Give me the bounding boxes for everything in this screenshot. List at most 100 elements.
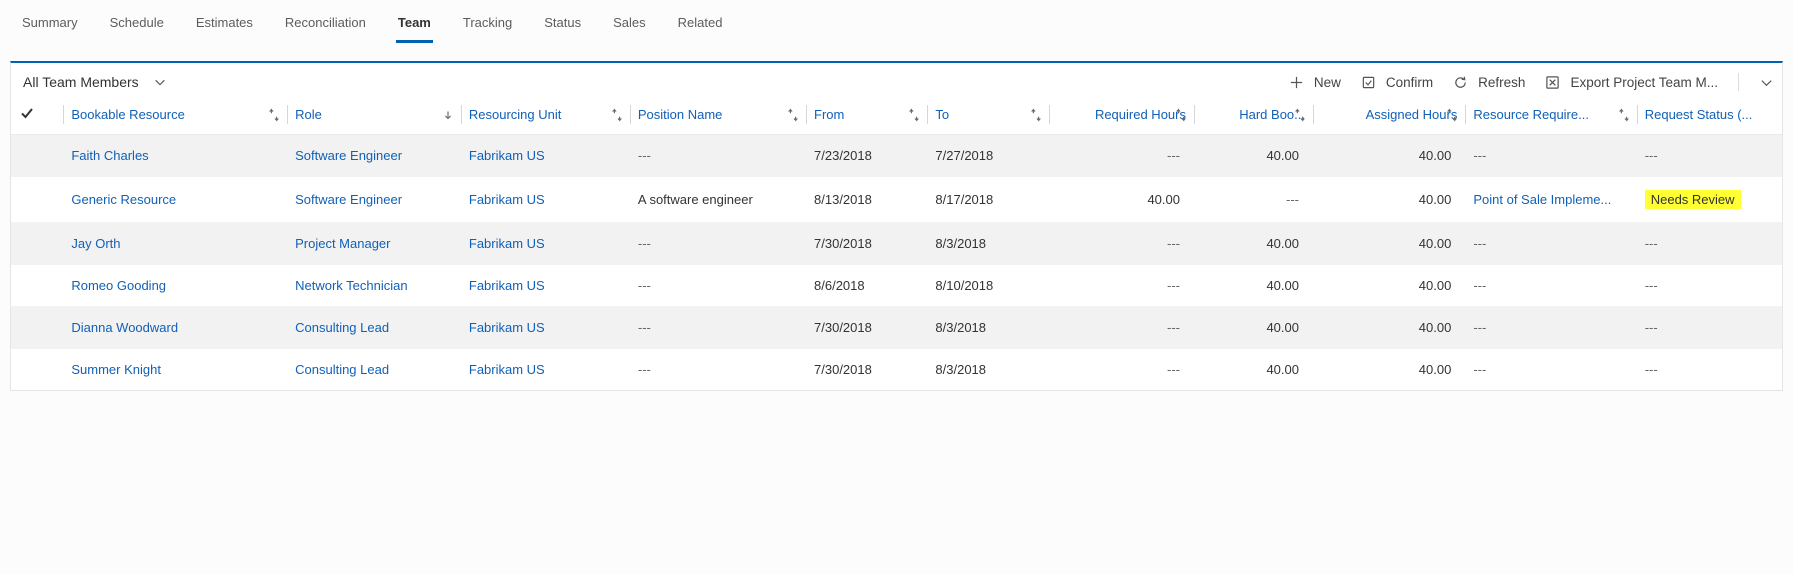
cell-from: 8/13/2018 [806, 177, 927, 223]
tab-schedule[interactable]: Schedule [108, 10, 166, 43]
row-selector[interactable] [11, 223, 63, 265]
cell-request-status: --- [1637, 265, 1782, 307]
col-assigned-hours[interactable]: Assigned Hours [1313, 95, 1465, 135]
cell-hard: 40.00 [1194, 223, 1313, 265]
cell-hard: --- [1194, 177, 1313, 223]
cell-request-status: --- [1637, 223, 1782, 265]
tab-team[interactable]: Team [396, 10, 433, 43]
cell-resource-requirement[interactable]: Point of Sale Impleme... [1465, 177, 1636, 223]
cell-resource[interactable]: Faith Charles [63, 135, 287, 177]
sort-desc-icon [441, 108, 455, 122]
tab-status[interactable]: Status [542, 10, 583, 43]
chevron-down-icon [1759, 75, 1774, 90]
col-request-status[interactable]: Request Status (... [1637, 95, 1782, 135]
sort-icon [1617, 108, 1631, 122]
view-selector[interactable]: All Team Members [23, 74, 167, 90]
col-hard-booked[interactable]: Hard Boo... [1194, 95, 1313, 135]
cell-from: 7/30/2018 [806, 223, 927, 265]
cell-to: 8/3/2018 [927, 349, 1048, 391]
table-row[interactable]: Summer KnightConsulting LeadFabrikam US -… [11, 349, 1782, 391]
col-label: To [935, 107, 949, 122]
tab-estimates[interactable]: Estimates [194, 10, 255, 43]
cell-role[interactable]: Software Engineer [287, 177, 461, 223]
cell-resource[interactable]: Summer Knight [63, 349, 287, 391]
new-button[interactable]: New [1289, 75, 1341, 90]
col-position-name[interactable]: Position Name [630, 95, 806, 135]
cell-unit[interactable]: Fabrikam US [461, 349, 630, 391]
cell-unit[interactable]: Fabrikam US [461, 177, 630, 223]
cell-role[interactable]: Consulting Lead [287, 349, 461, 391]
cell-unit[interactable]: Fabrikam US [461, 307, 630, 349]
cell-role[interactable]: Project Manager [287, 223, 461, 265]
row-selector[interactable] [11, 349, 63, 391]
cell-resource[interactable]: Jay Orth [63, 223, 287, 265]
cell-unit[interactable]: Fabrikam US [461, 265, 630, 307]
cell-position: --- [630, 265, 806, 307]
team-grid: Bookable Resource Role Resourcing Unit P… [11, 95, 1782, 390]
sort-icon [1445, 108, 1459, 122]
view-title: All Team Members [23, 74, 139, 90]
cell-resource-requirement: --- [1465, 349, 1636, 391]
table-row[interactable]: Jay OrthProject ManagerFabrikam US---7/3… [11, 223, 1782, 265]
col-from[interactable]: From [806, 95, 927, 135]
more-commands-button[interactable] [1759, 75, 1774, 90]
table-row[interactable]: Dianna WoodwardConsulting LeadFabrikam U… [11, 307, 1782, 349]
cell-role[interactable]: Network Technician [287, 265, 461, 307]
refresh-button[interactable]: Refresh [1453, 75, 1525, 90]
col-label: Position Name [638, 107, 723, 122]
refresh-icon [1453, 75, 1468, 90]
tab-tracking[interactable]: Tracking [461, 10, 514, 43]
tab-reconciliation[interactable]: Reconciliation [283, 10, 368, 43]
cell-hard: 40.00 [1194, 265, 1313, 307]
cell-resource-requirement: --- [1465, 265, 1636, 307]
cell-position: --- [630, 223, 806, 265]
table-row[interactable]: Faith CharlesSoftware EngineerFabrikam U… [11, 135, 1782, 177]
cell-assigned: 40.00 [1313, 349, 1465, 391]
col-label: Bookable Resource [71, 107, 184, 122]
col-role[interactable]: Role [287, 95, 461, 135]
cell-request-status: Needs Review [1637, 177, 1782, 223]
cell-resource[interactable]: Generic Resource [63, 177, 287, 223]
cell-hard: 40.00 [1194, 349, 1313, 391]
col-resourcing-unit[interactable]: Resourcing Unit [461, 95, 630, 135]
col-bookable-resource[interactable]: Bookable Resource [63, 95, 287, 135]
col-required-hours[interactable]: Required Hours [1049, 95, 1194, 135]
table-row[interactable]: Generic ResourceSoftware EngineerFabrika… [11, 177, 1782, 223]
cell-request-status: --- [1637, 135, 1782, 177]
cell-hard: 40.00 [1194, 135, 1313, 177]
cell-to: 8/10/2018 [927, 265, 1048, 307]
row-selector[interactable] [11, 135, 63, 177]
cell-resource[interactable]: Dianna Woodward [63, 307, 287, 349]
command-divider [1738, 73, 1739, 91]
row-selector[interactable] [11, 307, 63, 349]
cell-assigned: 40.00 [1313, 307, 1465, 349]
table-row[interactable]: Romeo GoodingNetwork TechnicianFabrikam … [11, 265, 1782, 307]
cell-from: 7/23/2018 [806, 135, 927, 177]
confirm-button[interactable]: Confirm [1361, 75, 1433, 90]
select-all-header[interactable] [11, 95, 63, 135]
cell-role[interactable]: Software Engineer [287, 135, 461, 177]
cell-resource[interactable]: Romeo Gooding [63, 265, 287, 307]
check-icon [19, 105, 35, 121]
cell-hard: 40.00 [1194, 307, 1313, 349]
excel-icon [1545, 75, 1560, 90]
cell-unit[interactable]: Fabrikam US [461, 223, 630, 265]
col-to[interactable]: To [927, 95, 1048, 135]
row-selector[interactable] [11, 265, 63, 307]
tab-sales[interactable]: Sales [611, 10, 648, 43]
tab-summary[interactable]: Summary [20, 10, 80, 43]
cell-from: 7/30/2018 [806, 349, 927, 391]
row-selector[interactable] [11, 177, 63, 223]
cell-from: 8/6/2018 [806, 265, 927, 307]
sort-icon [786, 108, 800, 122]
col-resource-requirement[interactable]: Resource Require... [1465, 95, 1636, 135]
cell-role[interactable]: Consulting Lead [287, 307, 461, 349]
confirm-label: Confirm [1386, 75, 1433, 90]
tab-related[interactable]: Related [676, 10, 725, 43]
cell-required: 40.00 [1049, 177, 1194, 223]
cell-unit[interactable]: Fabrikam US [461, 135, 630, 177]
team-panel: All Team Members New Confirm Refresh Exp… [10, 61, 1783, 391]
export-label: Export Project Team M... [1570, 75, 1718, 90]
sort-icon [1029, 108, 1043, 122]
export-button[interactable]: Export Project Team M... [1545, 75, 1718, 90]
